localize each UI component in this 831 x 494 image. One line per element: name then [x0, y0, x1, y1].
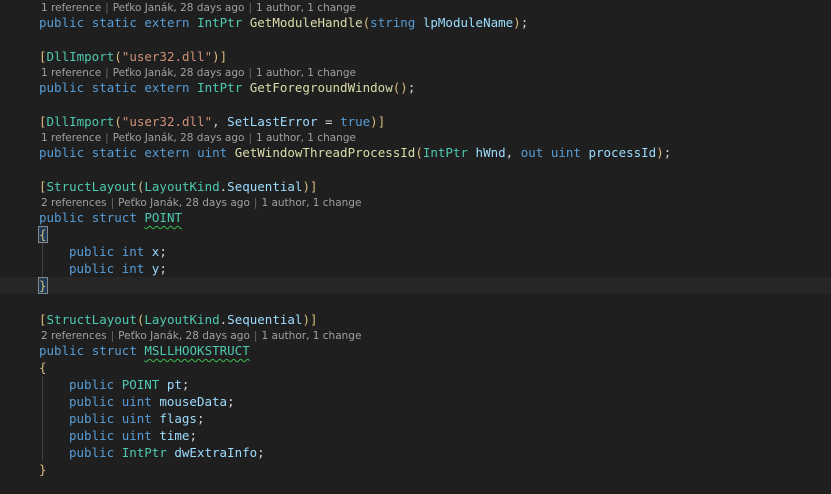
code-line[interactable]: public struct POINT — [0, 209, 831, 226]
code-line[interactable]: } — [0, 461, 831, 478]
code-line[interactable]: public IntPtr dwExtraInfo; — [0, 444, 831, 461]
codelens-references[interactable]: 2 references — [41, 330, 107, 342]
warning-squiggle[interactable]: POINT — [144, 210, 182, 225]
current-line[interactable]: } — [0, 277, 831, 294]
code-line[interactable]: public static extern IntPtr GetForegroun… — [0, 79, 831, 96]
warning-squiggle[interactable]: MSLLHOOKSTRUCT — [144, 343, 249, 358]
matched-brace: } — [38, 277, 48, 294]
code-line[interactable]: [StructLayout(LayoutKind.Sequential)] — [0, 311, 831, 328]
codelens-changes[interactable]: 1 author, 1 change — [256, 132, 356, 144]
codelens: 2 references | Peťko Janák, 28 days ago | 1 … — [41, 330, 362, 342]
codelens-changes[interactable]: 1 author, 1 change — [261, 330, 361, 342]
codelens-references[interactable]: 1 reference — [41, 132, 101, 144]
codelens-references[interactable]: 1 reference — [41, 2, 101, 14]
code-line[interactable]: public uint time; — [0, 427, 831, 444]
codelens-changes[interactable]: 1 author, 1 change — [261, 197, 361, 209]
code-editor[interactable]: 1 reference | Peťko Janák, 28 days ago | 1 a… — [0, 0, 831, 494]
codelens-changes[interactable]: 1 author, 1 change — [256, 67, 356, 79]
codelens-author[interactable]: Peťko Janák, 28 days ago — [118, 197, 250, 209]
code-line[interactable]: { — [0, 226, 831, 243]
codelens-references[interactable]: 2 references — [41, 197, 107, 209]
codelens: 1 reference | Peťko Janák, 28 days ago | 1 a… — [41, 67, 356, 79]
code-line[interactable]: public int y; — [0, 260, 831, 277]
codelens-author[interactable]: Peťko Janák, 28 days ago — [113, 67, 245, 79]
code-line[interactable]: public POINT pt; — [0, 376, 831, 393]
code-line[interactable]: public uint mouseData; — [0, 393, 831, 410]
code-line[interactable]: public struct MSLLHOOKSTRUCT — [0, 342, 831, 359]
code-line[interactable]: public static extern IntPtr GetModuleHan… — [0, 14, 831, 31]
codelens-author[interactable]: Peťko Janák, 28 days ago — [113, 2, 245, 14]
code-line[interactable]: public static extern uint GetWindowThrea… — [0, 144, 831, 161]
codelens-author[interactable]: Peťko Janák, 28 days ago — [113, 132, 245, 144]
codelens-changes[interactable]: 1 author, 1 change — [256, 2, 356, 14]
code-line[interactable]: [DllImport("user32.dll")] — [0, 48, 831, 65]
matched-brace: { — [38, 226, 48, 243]
codelens-references[interactable]: 1 reference — [41, 67, 101, 79]
codelens: 1 reference | Peťko Janák, 28 days ago | 1 a… — [41, 2, 356, 14]
code-line[interactable]: { — [0, 359, 831, 376]
codelens-author[interactable]: Peťko Janák, 28 days ago — [118, 330, 250, 342]
codelens: 2 references | Peťko Janák, 28 days ago | 1 … — [41, 197, 362, 209]
code-line[interactable]: public int x; — [0, 243, 831, 260]
code-line[interactable]: public uint flags; — [0, 410, 831, 427]
code-line[interactable]: [DllImport("user32.dll", SetLastError = … — [0, 113, 831, 130]
code-line[interactable]: [StructLayout(LayoutKind.Sequential)] — [0, 178, 831, 195]
codelens: 1 reference | Peťko Janák, 28 days ago | 1 a… — [41, 132, 356, 144]
